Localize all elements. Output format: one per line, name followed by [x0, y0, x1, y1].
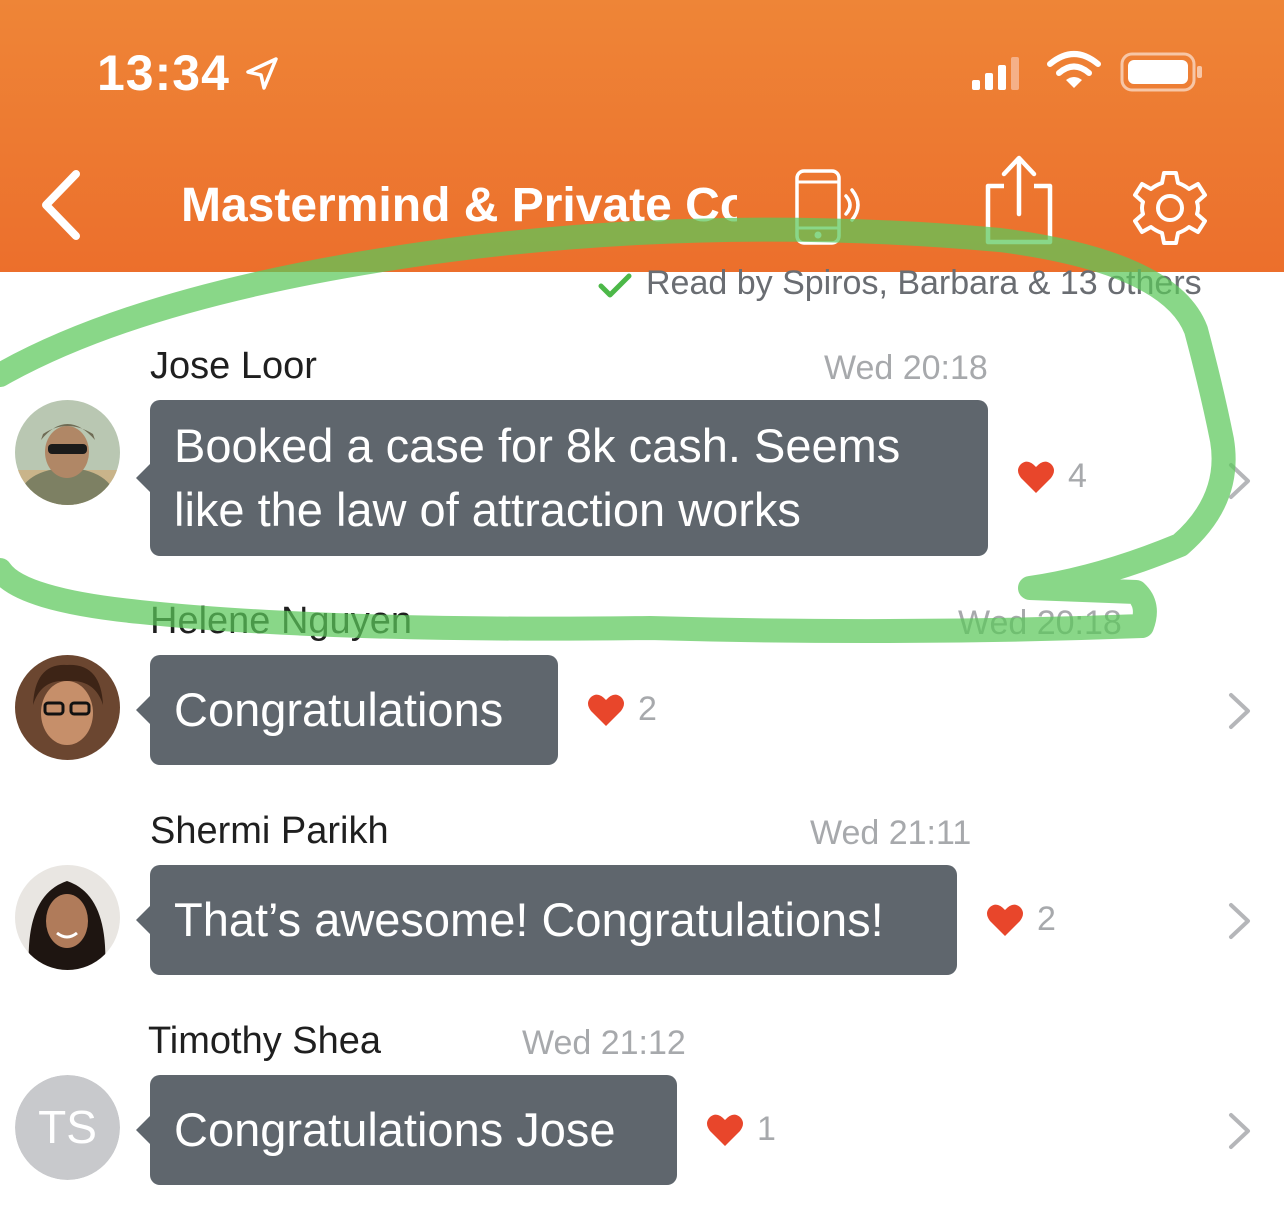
sender-name: Shermi Parikh — [150, 810, 389, 852]
chevron-right-icon[interactable] — [1226, 691, 1254, 736]
sender-name: Jose Loor — [150, 345, 317, 387]
avatar[interactable]: TS — [15, 1075, 120, 1180]
message-text: That’s awesome! Congratulations! — [174, 893, 884, 946]
chevron-right-icon[interactable] — [1226, 1111, 1254, 1156]
phone-sound-icon[interactable] — [792, 168, 866, 251]
chevron-right-icon[interactable] — [1226, 901, 1254, 946]
message-time: Wed 21:12 — [522, 1024, 686, 1062]
sender-name: Helene Nguyen — [150, 600, 412, 642]
like-count: 4 — [1068, 457, 1087, 495]
page-title[interactable]: Mastermind & Private Coaching — [181, 178, 737, 238]
like-count: 2 — [638, 690, 657, 728]
message-bubble[interactable]: That’s awesome! Congratulations! — [136, 865, 957, 975]
message-time: Wed 20:18 — [958, 604, 1122, 642]
message-bubble[interactable]: Congratulations Jose — [136, 1075, 677, 1185]
avatar[interactable] — [15, 400, 120, 505]
cell-signal-icon — [972, 56, 1024, 97]
sender-name: Timothy Shea — [148, 1020, 382, 1062]
heart-icon[interactable] — [1017, 459, 1055, 500]
message-time: Wed 20:18 — [824, 349, 988, 387]
heart-icon[interactable] — [706, 1112, 744, 1153]
avatar[interactable] — [15, 655, 120, 760]
message-time: Wed 21:11 — [810, 814, 972, 852]
avatar-initials: TS — [15, 1075, 120, 1180]
status-time: 13:34 — [97, 45, 230, 101]
heart-icon[interactable] — [986, 902, 1024, 943]
battery-icon — [1120, 52, 1206, 99]
read-receipt-text: Read by Spiros, Barbara & 13 others — [646, 264, 1202, 302]
app-header: 13:34 Mastermind & Private Coaching — [0, 0, 1284, 272]
gear-icon[interactable] — [1130, 168, 1210, 253]
message-bubble[interactable]: Booked a case for 8k cash. Seems like th… — [136, 400, 988, 556]
like-count: 1 — [757, 1110, 776, 1148]
heart-icon[interactable] — [587, 692, 625, 733]
back-chevron-icon[interactable] — [38, 170, 84, 245]
message-text: Booked a case for 8k cash. Seems like th… — [174, 419, 901, 536]
wifi-icon — [1046, 50, 1102, 97]
message-text: Congratulations — [174, 683, 504, 736]
like-count: 2 — [1037, 900, 1056, 938]
message-bubble[interactable]: Congratulations — [136, 655, 558, 765]
share-icon[interactable] — [982, 152, 1056, 251]
message-text: Congratulations Jose — [174, 1103, 616, 1156]
location-arrow-icon — [244, 56, 280, 97]
checkmark-icon — [598, 272, 632, 305]
avatar[interactable] — [15, 865, 120, 970]
chevron-right-icon[interactable] — [1226, 461, 1254, 506]
